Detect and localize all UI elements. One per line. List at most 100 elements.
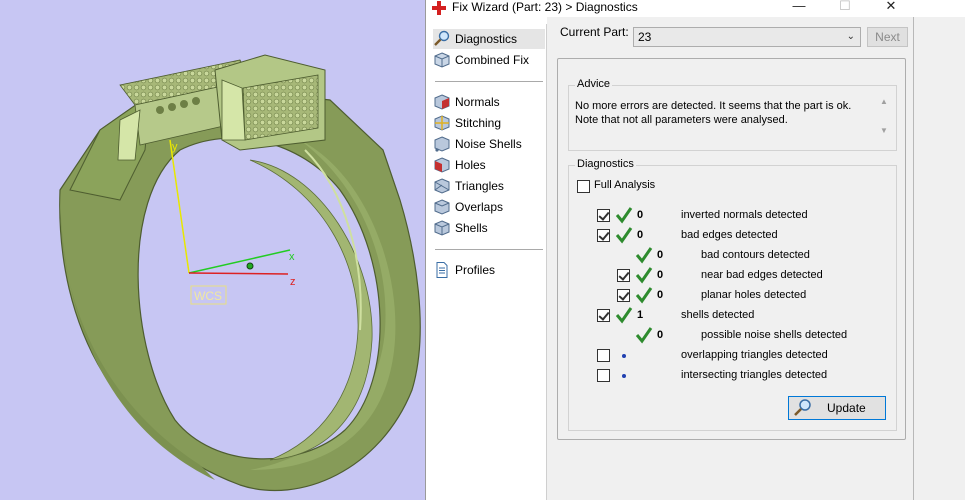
row-label: intersecting triangles detected (681, 369, 828, 381)
next-button[interactable]: Next (867, 27, 908, 47)
wcs-label: WCS (194, 289, 222, 303)
title-bar[interactable]: Fix Wizard (Part: 23) > Diagnostics — ☐ … (426, 0, 916, 16)
row-count: 0 (657, 249, 664, 261)
nav-label: Noise Shells (455, 137, 522, 151)
nav-label: Overlaps (455, 200, 504, 214)
advice-scrollbar[interactable]: ▲ ▼ (878, 97, 890, 143)
row-checkbox[interactable] (597, 369, 610, 382)
nav-item-combined-fix[interactable]: Combined Fix (433, 50, 545, 70)
diagnostics-title: Diagnostics (575, 158, 636, 170)
nav-item-profiles[interactable]: Profiles (433, 260, 545, 280)
nav-label: Profiles (455, 263, 496, 277)
nav-item-normals[interactable]: Normals (433, 92, 545, 112)
check-icon (635, 327, 653, 344)
side-panel-edge (913, 17, 965, 500)
ring-model: y x z WCS (59, 54, 421, 492)
row-checkbox[interactable] (597, 309, 610, 322)
nav-item-diagnostics[interactable]: Diagnostics (433, 29, 545, 49)
nav-label: Normals (455, 95, 500, 109)
row-checkbox[interactable] (597, 349, 610, 362)
cube-icon (433, 219, 451, 237)
nav-divider (435, 249, 543, 250)
row-count: 1 (637, 309, 644, 321)
nav-label: Diagnostics (455, 32, 518, 46)
cube-icon (433, 135, 451, 153)
main-content: Current Part: 23 ⌄ Next Advice No more e… (547, 17, 913, 500)
update-label: Update (827, 401, 866, 415)
nav-label: Combined Fix (455, 53, 530, 67)
red-cross-icon (432, 1, 446, 15)
nav-item-noise-shells[interactable]: Noise Shells (433, 134, 545, 154)
advice-line: No more errors are detected. It seems th… (575, 100, 852, 112)
check-icon (635, 267, 653, 284)
nav-divider (435, 81, 543, 82)
row-label: overlapping triangles detected (681, 349, 828, 361)
wizard-nav: Diagnostics Combined Fix Normals Stitchi… (429, 24, 547, 500)
row-checkbox[interactable] (597, 209, 610, 222)
row-checkbox[interactable] (617, 269, 630, 282)
nav-item-overlaps[interactable]: Overlaps (433, 197, 545, 217)
current-part-label: Current Part: (560, 25, 629, 39)
nav-label: Stitching (455, 116, 502, 130)
diagnostics-group: Diagnostics Full Analysis 0 inverted nor… (568, 158, 897, 431)
row-label: planar holes detected (701, 289, 807, 301)
chevron-down-icon: ⌄ (846, 31, 855, 42)
advice-title: Advice (575, 78, 613, 90)
x-axis-label: x (289, 251, 295, 263)
cube-icon (433, 114, 451, 132)
minimize-button[interactable]: — (784, 0, 814, 16)
check-icon (615, 207, 633, 224)
check-icon (635, 287, 653, 304)
advice-group: Advice No more errors are detected. It s… (568, 78, 897, 151)
row-label: bad contours detected (701, 249, 810, 261)
full-analysis-label: Full Analysis (594, 179, 656, 191)
magnifier-icon (794, 399, 811, 416)
cube-icon (433, 93, 451, 111)
full-analysis-checkbox[interactable] (577, 180, 590, 193)
row-count: 0 (637, 229, 644, 241)
document-icon (433, 261, 451, 279)
nav-label: Shells (455, 221, 488, 235)
z-axis-label: z (290, 276, 296, 288)
3d-viewport[interactable]: y x z WCS (0, 0, 425, 500)
pending-dot-icon (622, 374, 626, 378)
maximize-button[interactable]: ☐ (830, 0, 860, 16)
update-button[interactable]: Update (788, 396, 886, 420)
check-icon (615, 227, 633, 244)
window-title: Fix Wizard (Part: 23) > Diagnostics (452, 0, 638, 14)
nav-label: Holes (455, 158, 486, 172)
fix-wizard-dialog: Fix Wizard (Part: 23) > Diagnostics — ☐ … (425, 0, 965, 500)
nav-item-triangles[interactable]: Triangles (433, 176, 545, 196)
scroll-up-icon: ▲ (880, 97, 888, 106)
row-count: 0 (657, 269, 664, 281)
row-label: near bad edges detected (701, 269, 823, 281)
row-count: 0 (637, 209, 644, 221)
current-part-value: 23 (638, 30, 652, 44)
cube-icon (433, 156, 451, 174)
pending-dot-icon (622, 354, 626, 358)
row-checkbox[interactable] (617, 289, 630, 302)
nav-item-stitching[interactable]: Stitching (433, 113, 545, 133)
current-part-select[interactable]: 23 ⌄ (633, 27, 861, 47)
row-label: bad edges detected (681, 229, 778, 241)
nav-label: Triangles (455, 179, 504, 193)
row-checkbox[interactable] (597, 229, 610, 242)
nav-item-shells[interactable]: Shells (433, 218, 545, 238)
advice-line: Note that not all parameters were analys… (575, 114, 788, 126)
advice-text[interactable]: No more errors are detected. It seems th… (575, 99, 875, 143)
close-button[interactable]: ✕ (876, 0, 906, 16)
scroll-down-icon: ▼ (880, 126, 888, 135)
cube-icon (433, 51, 451, 69)
cube-icon (433, 177, 451, 195)
check-icon (615, 307, 633, 324)
cube-icon (433, 198, 451, 216)
row-label: shells detected (681, 309, 755, 321)
row-count: 0 (657, 289, 664, 301)
check-icon (635, 247, 653, 264)
y-axis-label: y (172, 141, 178, 153)
row-count: 0 (657, 329, 664, 341)
nav-item-holes[interactable]: Holes (433, 155, 545, 175)
row-label: inverted normals detected (681, 209, 808, 221)
content-panel: Advice No more errors are detected. It s… (557, 58, 906, 440)
row-label: possible noise shells detected (701, 329, 848, 341)
